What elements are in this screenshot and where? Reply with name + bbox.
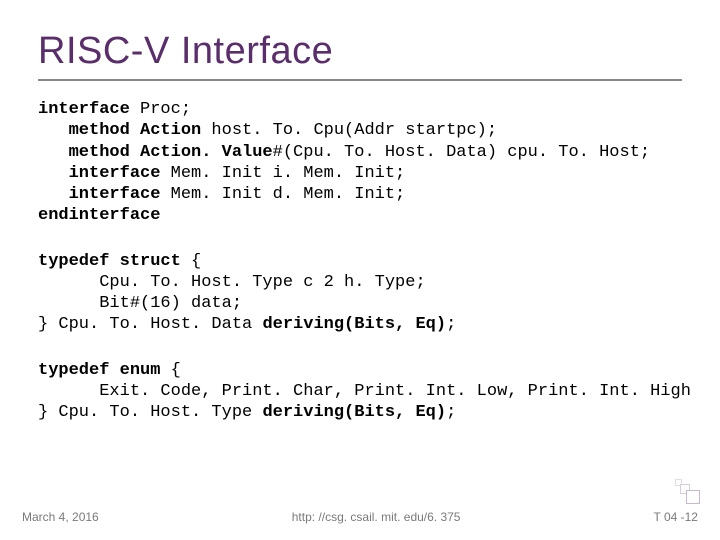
code-text: host. To. Cpu(Addr startpc); [201, 121, 497, 140]
code-text: Proc; [130, 100, 191, 119]
code-text: Bit#(16) data; [38, 294, 242, 313]
kw-deriving: deriving(Bits, Eq) [262, 315, 446, 334]
kw-endinterface: endinterface [38, 206, 160, 225]
kw-interface-sub: interface [38, 164, 160, 183]
slide-title: RISC-V Interface [38, 30, 682, 73]
slide: RISC-V Interface interface Proc; method … [0, 0, 720, 540]
code-text: #(Cpu. To. Host. Data) cpu. To. Host; [273, 143, 650, 162]
kw-typedef-struct: typedef struct [38, 252, 181, 271]
code-text: ; [446, 403, 456, 422]
title-underline [38, 79, 682, 81]
code-block-struct: typedef struct { Cpu. To. Host. Type c 2… [38, 251, 682, 336]
code-block-interface: interface Proc; method Action host. To. … [38, 99, 682, 227]
kw-deriving: deriving(Bits, Eq) [262, 403, 446, 422]
footer-url: http: //csg. csail. mit. edu/6. 375 [292, 510, 461, 524]
code-text: Mem. Init d. Mem. Init; [160, 185, 405, 204]
footer-date: March 4, 2016 [22, 510, 99, 524]
corner-decoration [674, 478, 700, 504]
code-block-enum: typedef enum { Exit. Code, Print. Char, … [38, 360, 682, 424]
code-text: } Cpu. To. Host. Data [38, 315, 262, 334]
kw-method-actionvalue: method Action. Value [38, 143, 273, 162]
code-text: Exit. Code, Print. Char, Print. Int. Low… [38, 382, 691, 401]
code-text: Mem. Init i. Mem. Init; [160, 164, 405, 183]
code-text: { [160, 361, 180, 380]
kw-typedef-enum: typedef enum [38, 361, 160, 380]
kw-method-action: method Action [38, 121, 201, 140]
code-text: Cpu. To. Host. Type c 2 h. Type; [38, 273, 426, 292]
slide-footer: March 4, 2016 http: //csg. csail. mit. e… [0, 510, 720, 524]
code-text: ; [446, 315, 456, 334]
code-text: { [181, 252, 201, 271]
accent-square [686, 490, 700, 504]
footer-page: T 04 -12 [654, 510, 698, 524]
kw-interface: interface [38, 100, 130, 119]
code-text: } Cpu. To. Host. Type [38, 403, 262, 422]
kw-interface-sub: interface [38, 185, 160, 204]
